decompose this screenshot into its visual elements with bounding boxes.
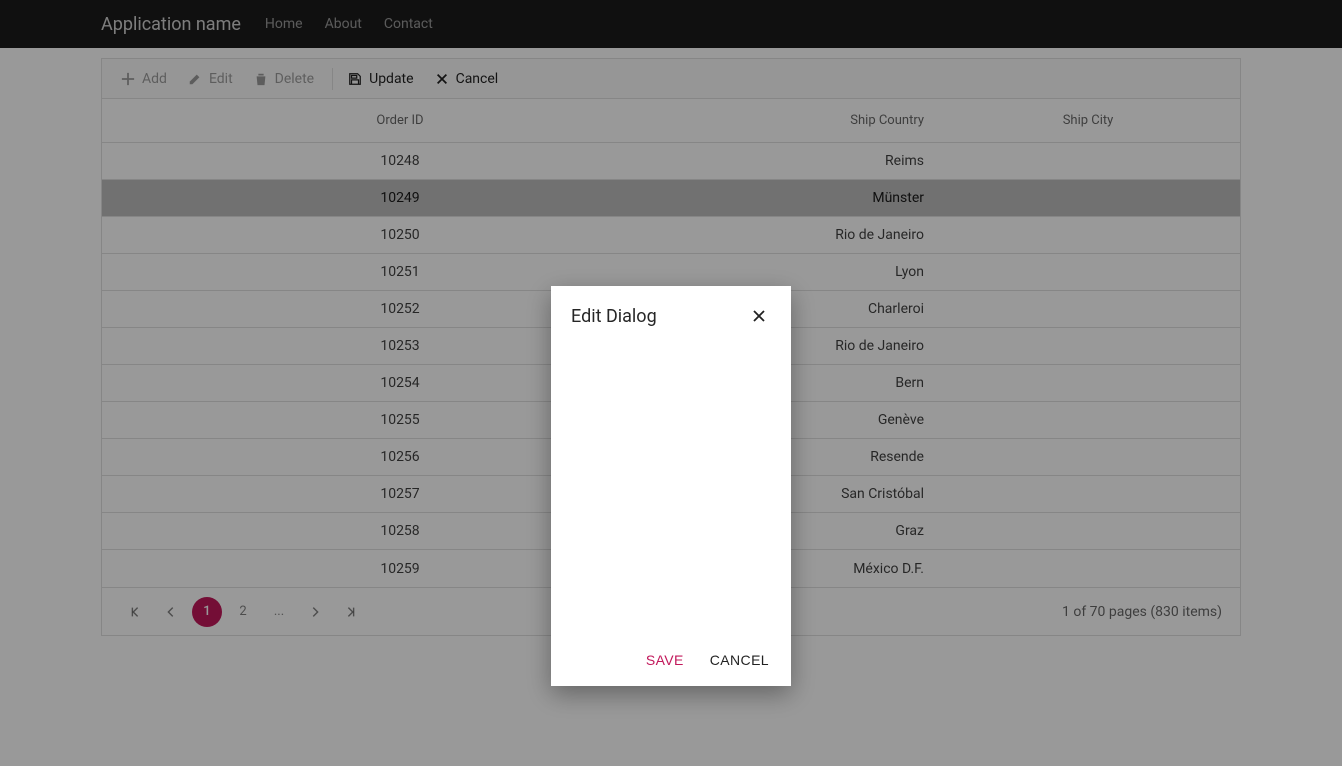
dialog-footer: SAVE CANCEL (551, 638, 791, 686)
dialog-save-button[interactable]: SAVE (646, 652, 684, 668)
dialog-close-button[interactable] (747, 304, 771, 328)
edit-dialog: Edit Dialog SAVE CANCEL (551, 286, 791, 686)
dialog-title: Edit Dialog (571, 306, 747, 327)
dialog-body (551, 338, 791, 638)
dialog-cancel-button[interactable]: CANCEL (710, 652, 769, 668)
dialog-header: Edit Dialog (551, 286, 791, 338)
close-icon (751, 308, 767, 324)
